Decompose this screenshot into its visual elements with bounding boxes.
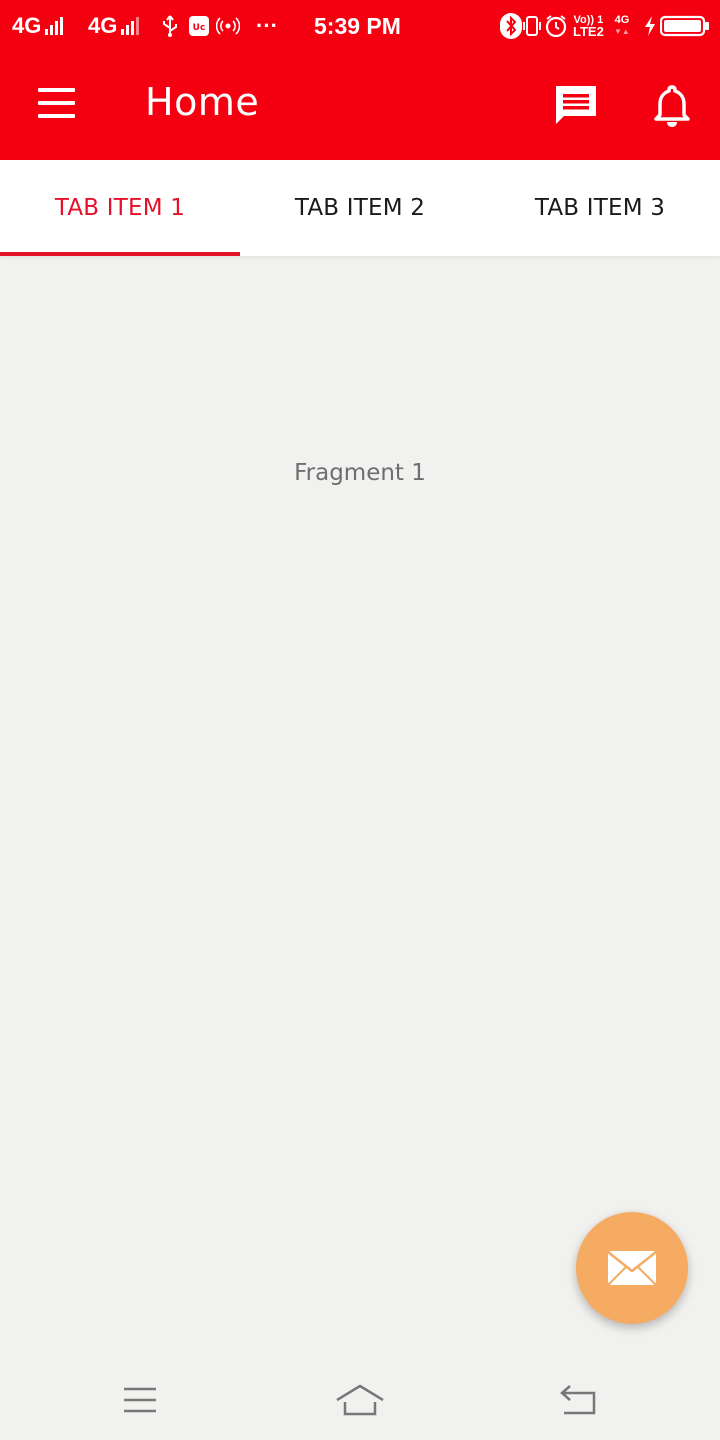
system-nav-bar [0, 1358, 720, 1440]
tab-item-1[interactable]: TAB ITEM 1 [0, 160, 240, 256]
volte-line-2: LTE2 [573, 24, 604, 39]
network-type-3: 4G [614, 14, 630, 26]
usb-icon [160, 0, 180, 52]
menu-icon[interactable] [38, 88, 76, 118]
svg-text:Uc: Uc [193, 23, 206, 33]
tab-item-3[interactable]: TAB ITEM 3 [480, 160, 720, 256]
recent-apps-icon[interactable] [110, 1376, 170, 1424]
signal-group-1: 4G [12, 0, 64, 52]
signal-group-2: 4G [88, 0, 140, 52]
tab-item-2[interactable]: TAB ITEM 2 [240, 160, 480, 256]
status-time: 5:39 PM [314, 12, 401, 39]
bell-icon[interactable] [648, 82, 696, 130]
page-title: Home [145, 80, 260, 124]
battery-icon [660, 0, 710, 52]
bluetooth-icon [500, 0, 522, 52]
alarm-icon [544, 0, 568, 52]
network-type-2: 4G [88, 13, 118, 38]
more-notifications-icon: ··· [256, 13, 278, 38]
signal-icon [45, 17, 64, 35]
screen: 4G 4G Uc ··· 5:39 PM Vo)) 1 LTE2 4G ▼▲ H… [0, 0, 720, 1440]
network-type-1: 4G [12, 13, 42, 38]
network-type-3-group: 4G ▼▲ [614, 14, 630, 37]
fragment-text: Fragment 1 [294, 460, 426, 486]
message-icon[interactable] [552, 82, 600, 130]
hotspot-icon [216, 0, 240, 52]
tab-bar: TAB ITEM 1 TAB ITEM 2 TAB ITEM 3 [0, 160, 720, 256]
charging-icon [643, 0, 657, 52]
status-bar: 4G 4G Uc ··· 5:39 PM Vo)) 1 LTE2 4G ▼▲ [0, 0, 720, 52]
app-bar: Home [0, 52, 720, 160]
back-icon[interactable] [548, 1376, 608, 1424]
compose-mail-button[interactable] [576, 1212, 688, 1324]
volte-indicator: Vo)) 1 LTE2 [573, 0, 604, 52]
signal-icon [121, 17, 140, 35]
tab-indicator [0, 252, 240, 256]
vibrate-icon [522, 0, 542, 52]
envelope-icon [607, 1251, 657, 1286]
clock: 5:39 PM [314, 0, 401, 52]
home-icon[interactable] [330, 1376, 390, 1424]
app-notification-icon: Uc [188, 0, 210, 52]
